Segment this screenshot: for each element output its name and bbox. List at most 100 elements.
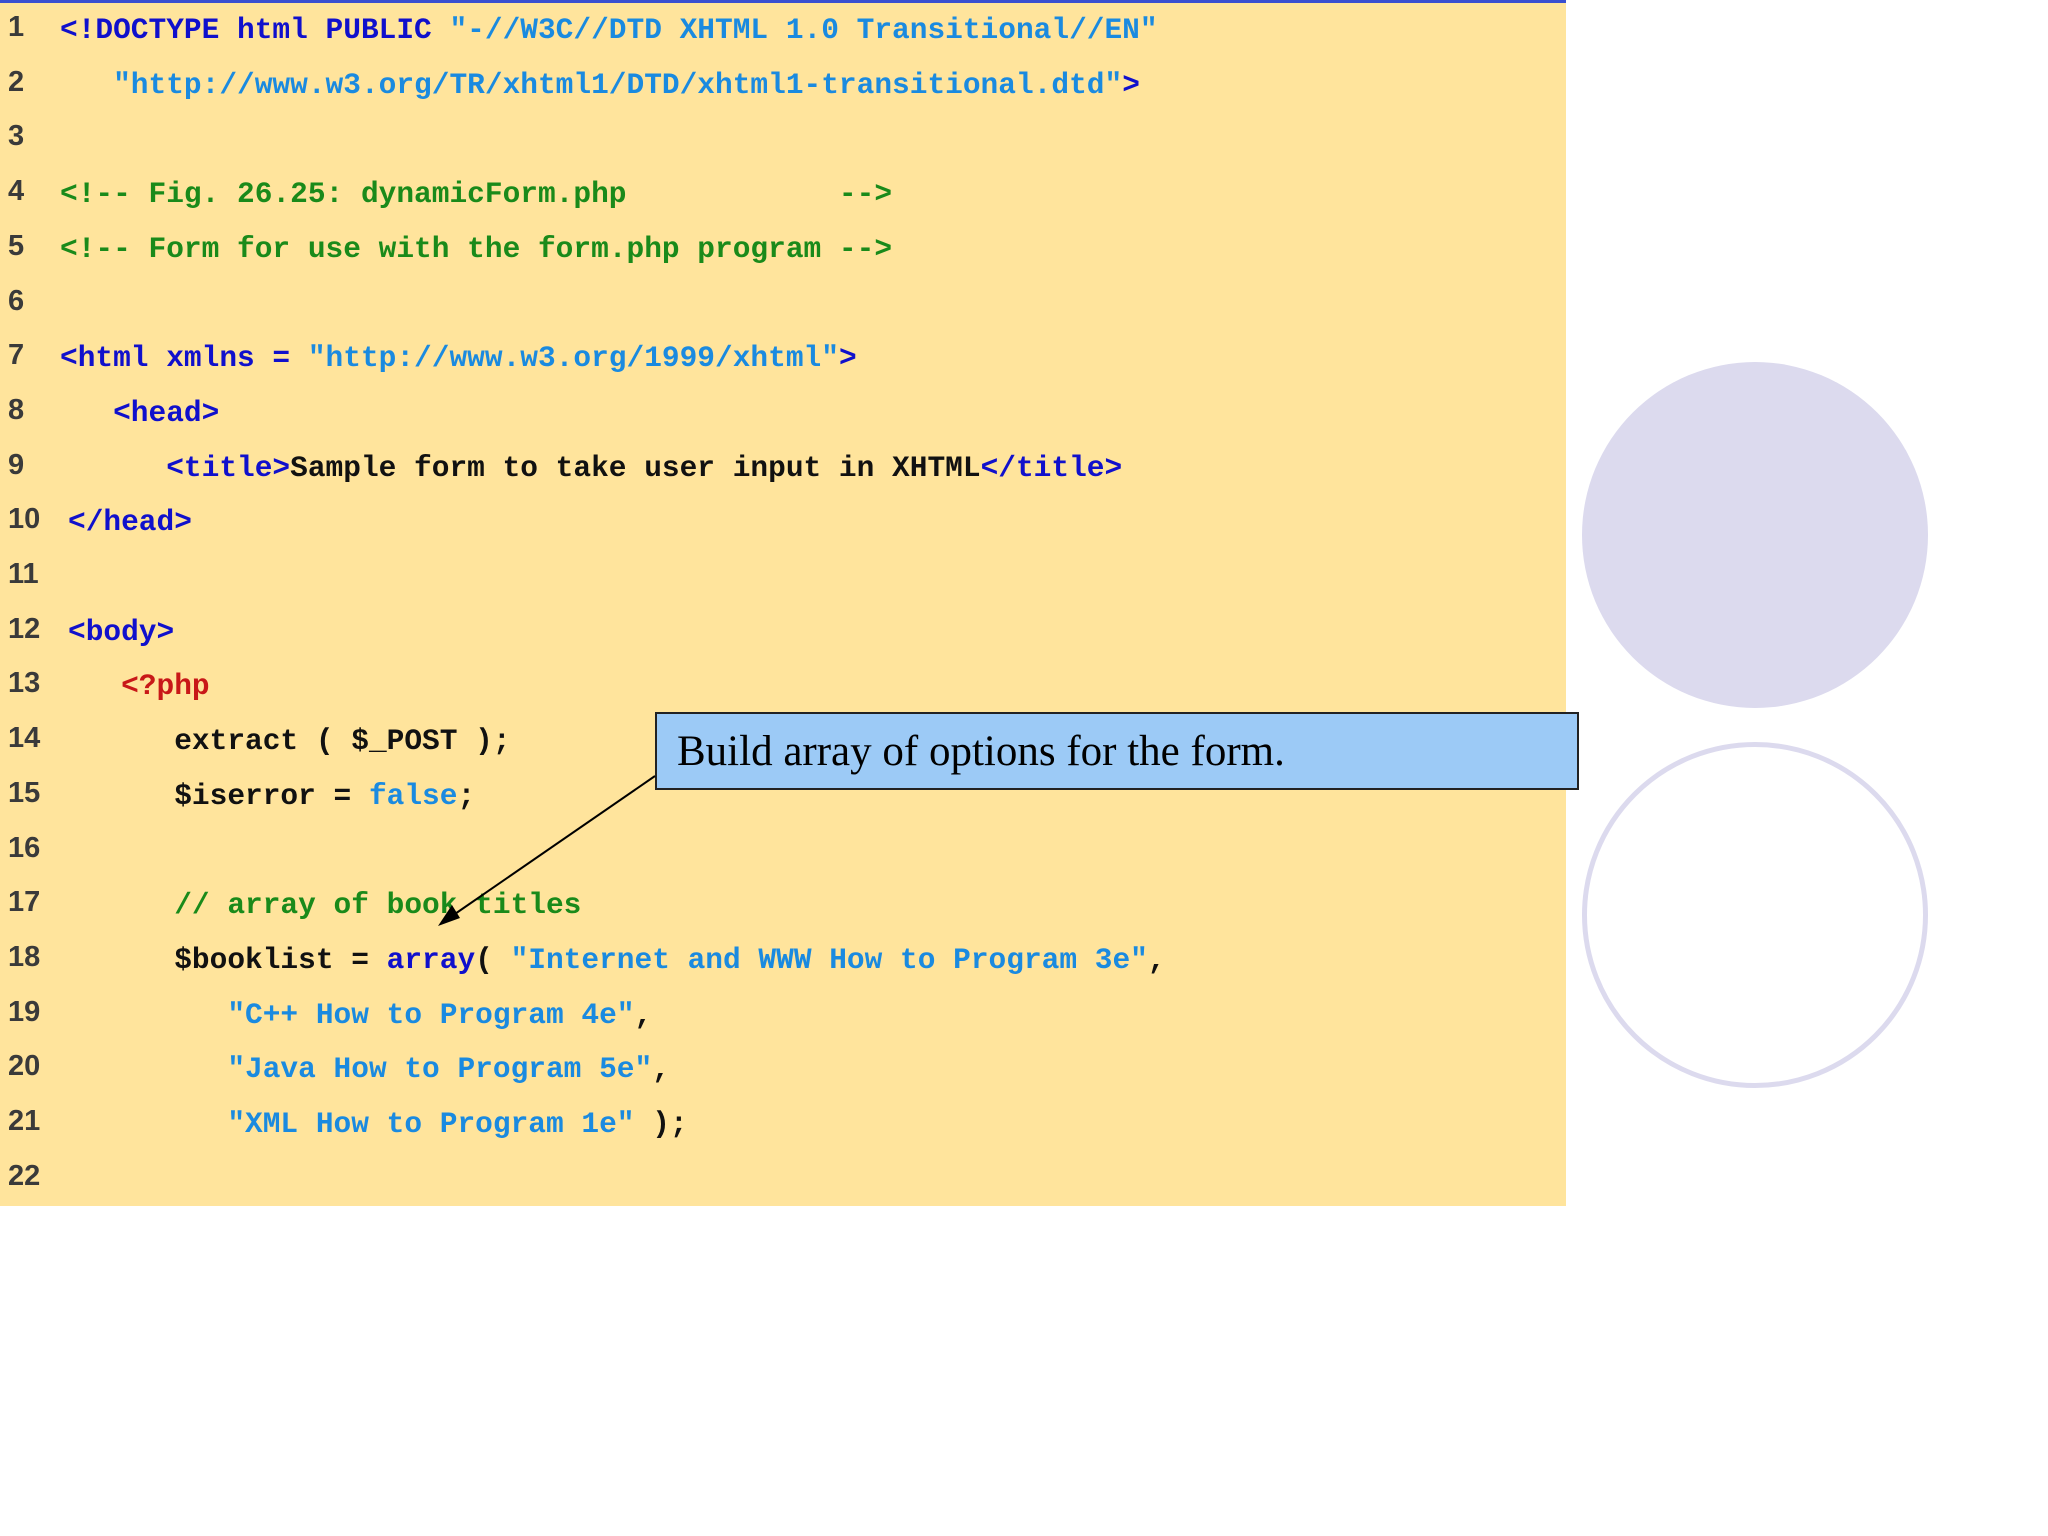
code-listing: 1 <!DOCTYPE html PUBLIC "-//W3C//DTD XHTM…	[0, 0, 1566, 1206]
code-line: 20 "Java How to Program 5e",	[0, 1046, 1566, 1100]
code-line: 18 $booklist = array( "Internet and WWW …	[0, 937, 1566, 991]
line-number: 17	[8, 886, 41, 919]
line-number: 22	[8, 1159, 41, 1192]
line-number: 1	[8, 11, 25, 43]
code-token: "-//W3C//DTD XHTML 1.0 Transitional//EN"	[449, 13, 1158, 47]
code-token: <head>	[113, 395, 220, 430]
code-line: 13 <?php	[0, 663, 1566, 717]
code-token: // array of book titles	[174, 888, 582, 923]
code-token: Sample form to take user input in XHTML	[290, 450, 981, 485]
code-line: 6	[0, 281, 1566, 335]
line-number: 15	[8, 776, 41, 809]
callout-box: Build array of options for the form.	[655, 712, 1579, 790]
line-code: "XML How to Program 1e" );	[68, 1104, 688, 1144]
code-token: $booklist =	[68, 942, 387, 977]
code-token: "Internet and WWW How to Program 3e"	[510, 942, 1148, 977]
code-token: "http://www.w3.org/TR/xhtml1/DTD/xhtml1-…	[113, 67, 1123, 102]
line-code: <body>	[68, 612, 174, 652]
code-line: 21 "XML How to Program 1e" );	[0, 1101, 1566, 1155]
code-line: 5 <!-- Form for use with the form.php pro…	[0, 226, 1566, 280]
line-number: 11	[8, 558, 39, 590]
line-code: extract ( $_POST );	[68, 721, 511, 761]
code-line: 11	[0, 554, 1566, 608]
line-code: // array of book titles	[68, 885, 581, 925]
line-number: 19	[8, 995, 41, 1028]
callout-text: Build array of options for the form.	[677, 728, 1285, 775]
code-token: false	[368, 778, 458, 813]
code-token: "Java How to Program 5e"	[227, 1052, 653, 1087]
code-token: <title>	[166, 450, 291, 485]
line-code: <!-- Fig. 26.25: dynamicForm.php -->	[60, 174, 892, 214]
line-number: 20	[8, 1050, 41, 1083]
code-line: 7 <html xmlns = "http://www.w3.org/1999/x…	[0, 335, 1566, 389]
line-number: 18	[8, 940, 41, 973]
code-token: ,	[1147, 942, 1166, 977]
line-code: "C++ How to Program 4e",	[68, 995, 652, 1035]
code-token: <!DOCTYPE html PUBLIC	[60, 13, 450, 47]
line-number: 10	[8, 503, 41, 536]
line-code: $booklist = array( "Internet and WWW How…	[68, 940, 1166, 980]
line-code: <head>	[60, 393, 219, 433]
code-token: </title>	[980, 450, 1123, 485]
code-token: <body>	[68, 614, 175, 649]
code-token: <!-- Form for use with the form.php prog…	[60, 231, 893, 266]
code-line: 4 <!-- Fig. 26.25: dynamicForm.php -->	[0, 171, 1566, 225]
line-number: 14	[8, 722, 41, 755]
code-token: "XML How to Program 1e"	[227, 1107, 635, 1141]
code-line: 16	[0, 828, 1566, 882]
code-line: 22	[0, 1156, 1566, 1210]
line-number: 12	[8, 612, 41, 645]
code-token: ;	[457, 778, 476, 813]
code-line: 10 </head>	[0, 499, 1566, 553]
code-token: (	[475, 942, 511, 977]
line-code: $iserror = false;	[68, 776, 475, 816]
code-token: >	[838, 341, 857, 376]
line-number: 7	[8, 339, 25, 372]
code-token: </head>	[68, 505, 192, 540]
code-token: );	[634, 1107, 688, 1141]
code-token: array	[386, 942, 476, 977]
line-number: 9	[8, 448, 25, 481]
line-code: "Java How to Program 5e",	[68, 1049, 670, 1089]
code-token: "http://www.w3.org/1999/xhtml"	[307, 341, 839, 376]
code-line: 2 "http://www.w3.org/TR/xhtml1/DTD/xhtml…	[0, 62, 1566, 116]
line-number: 4	[8, 175, 25, 208]
code-line: 1 <!DOCTYPE html PUBLIC "-//W3C//DTD XHTM…	[0, 7, 1566, 61]
code-token: ,	[652, 1052, 670, 1087]
code-token: ,	[634, 997, 653, 1032]
line-code: "http://www.w3.org/TR/xhtml1/DTD/xhtml1-…	[60, 65, 1140, 105]
code-token: extract ( $_POST );	[68, 724, 511, 759]
line-code: <!-- Form for use with the form.php prog…	[60, 229, 892, 269]
line-number: 5	[8, 229, 25, 262]
code-line: 12 <body>	[0, 609, 1566, 663]
line-number: 3	[8, 120, 25, 153]
code-token: $iserror =	[68, 778, 369, 813]
code-line: 3	[0, 116, 1566, 170]
line-number: 6	[8, 284, 25, 317]
code-line: 8 <head>	[0, 390, 1566, 444]
line-number: 21	[8, 1105, 41, 1137]
code-line: 17 // array of book titles	[0, 882, 1566, 936]
line-code: <title>Sample form to take user input in…	[60, 448, 1122, 488]
code-line: 19 "C++ How to Program 4e",	[0, 992, 1566, 1046]
line-code: <?php	[68, 666, 210, 706]
line-number: 16	[8, 831, 41, 864]
code-token: <?php	[121, 669, 210, 704]
line-number: 8	[8, 393, 25, 426]
line-code: </head>	[68, 502, 192, 542]
decorative-circle-outline	[1582, 742, 1928, 1088]
line-code: <html xmlns = "http://www.w3.org/1999/xh…	[60, 338, 857, 378]
line-code: <!DOCTYPE html PUBLIC "-//W3C//DTD XHTML…	[60, 10, 1158, 50]
code-token: <html xmlns =	[60, 341, 308, 376]
decorative-circle-filled	[1582, 362, 1928, 708]
line-number: 13	[8, 667, 41, 700]
code-line: 9 <title>Sample form to take user input …	[0, 445, 1566, 499]
